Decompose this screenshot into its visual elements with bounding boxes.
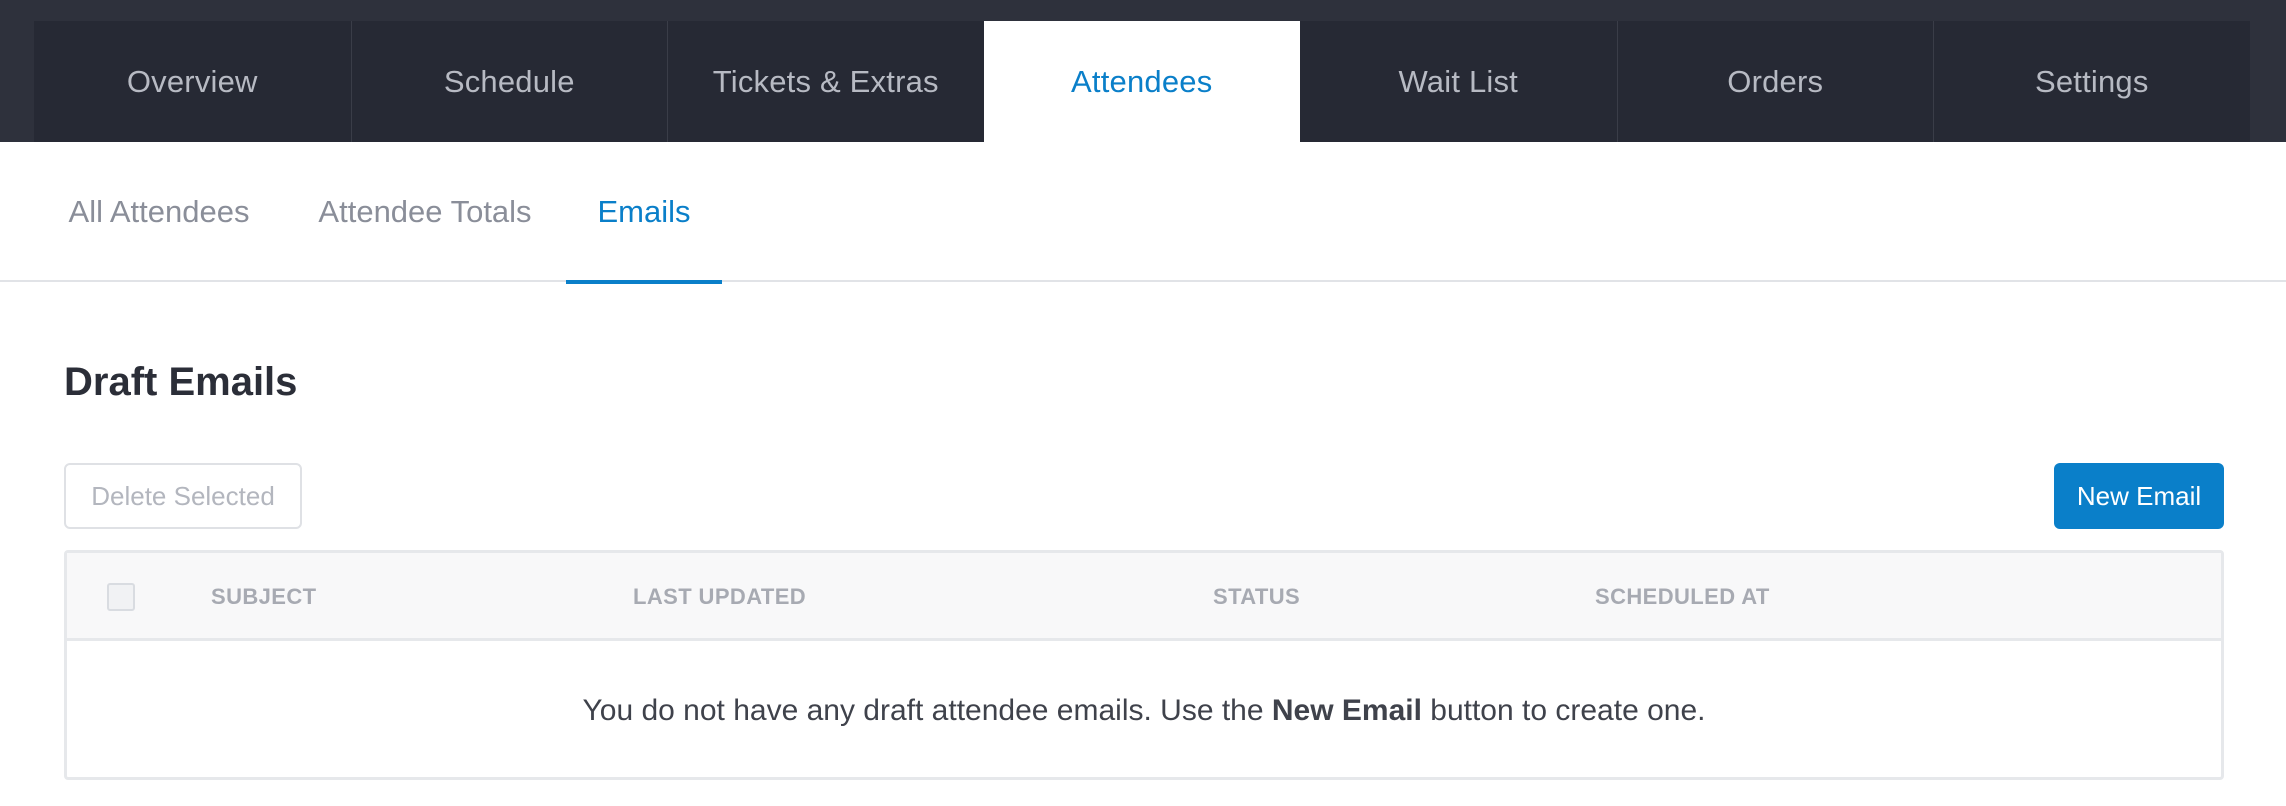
new-email-button[interactable]: New Email <box>2054 463 2224 529</box>
tab-orders[interactable]: Orders <box>1616 21 1933 142</box>
draft-emails-table: SUBJECT LAST UPDATED STATUS SCHEDULED AT… <box>64 550 2224 780</box>
subtab-all-attendees[interactable]: All Attendees <box>64 142 254 282</box>
column-header-scheduled-at[interactable]: SCHEDULED AT <box>1595 553 1770 641</box>
empty-message-text-end: button to create one. <box>1421 693 1706 727</box>
column-header-status[interactable]: STATUS <box>1213 553 1300 641</box>
top-tabs: Overview Schedule Tickets & Extras Atten… <box>34 21 2286 142</box>
empty-state-message: You do not have any draft attendee email… <box>67 641 2221 780</box>
tab-schedule[interactable]: Schedule <box>350 21 667 142</box>
empty-message-text: You do not have any draft attendee email… <box>582 693 1272 727</box>
section-title: Draft Emails <box>64 360 298 404</box>
tab-overview[interactable]: Overview <box>34 21 351 142</box>
column-header-subject[interactable]: SUBJECT <box>211 553 317 641</box>
top-nav-bar: Overview Schedule Tickets & Extras Atten… <box>0 0 2286 142</box>
select-all-checkbox[interactable] <box>107 583 135 611</box>
tab-settings[interactable]: Settings <box>1933 21 2250 142</box>
subtab-emails[interactable]: Emails <box>566 142 722 284</box>
subtab-attendee-totals[interactable]: Attendee Totals <box>314 142 536 282</box>
tab-attendees[interactable]: Attendees <box>983 21 1300 142</box>
tab-wait-list[interactable]: Wait List <box>1300 21 1617 142</box>
column-header-last-updated[interactable]: LAST UPDATED <box>633 553 806 641</box>
table-header: SUBJECT LAST UPDATED STATUS SCHEDULED AT <box>67 553 2221 641</box>
sub-nav: All Attendees Attendee Totals Emails <box>0 142 2286 284</box>
tab-tickets-extras[interactable]: Tickets & Extras <box>667 21 984 142</box>
delete-selected-button[interactable]: Delete Selected <box>64 463 302 529</box>
empty-message-emphasis: New Email <box>1271 693 1422 727</box>
